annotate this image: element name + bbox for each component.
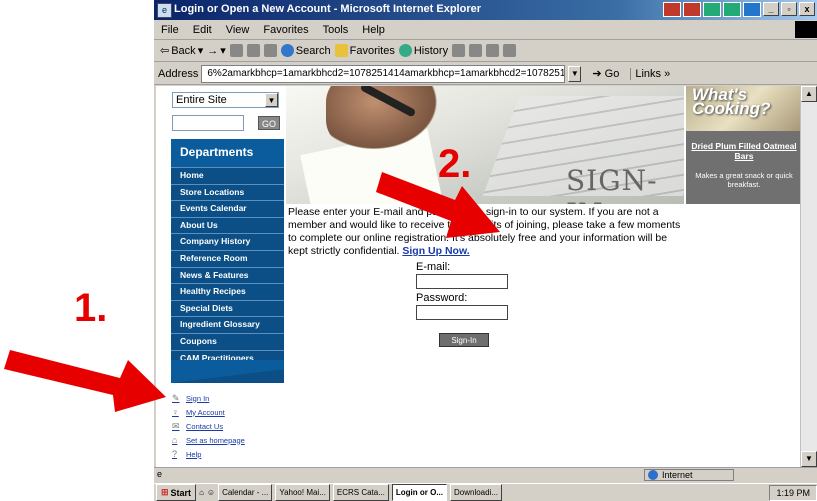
annotation-one: 1.: [74, 286, 108, 330]
annotation-two: 2.: [438, 142, 472, 186]
arrow-one-icon: [4, 350, 166, 412]
annotation-layer: [4, 172, 500, 412]
